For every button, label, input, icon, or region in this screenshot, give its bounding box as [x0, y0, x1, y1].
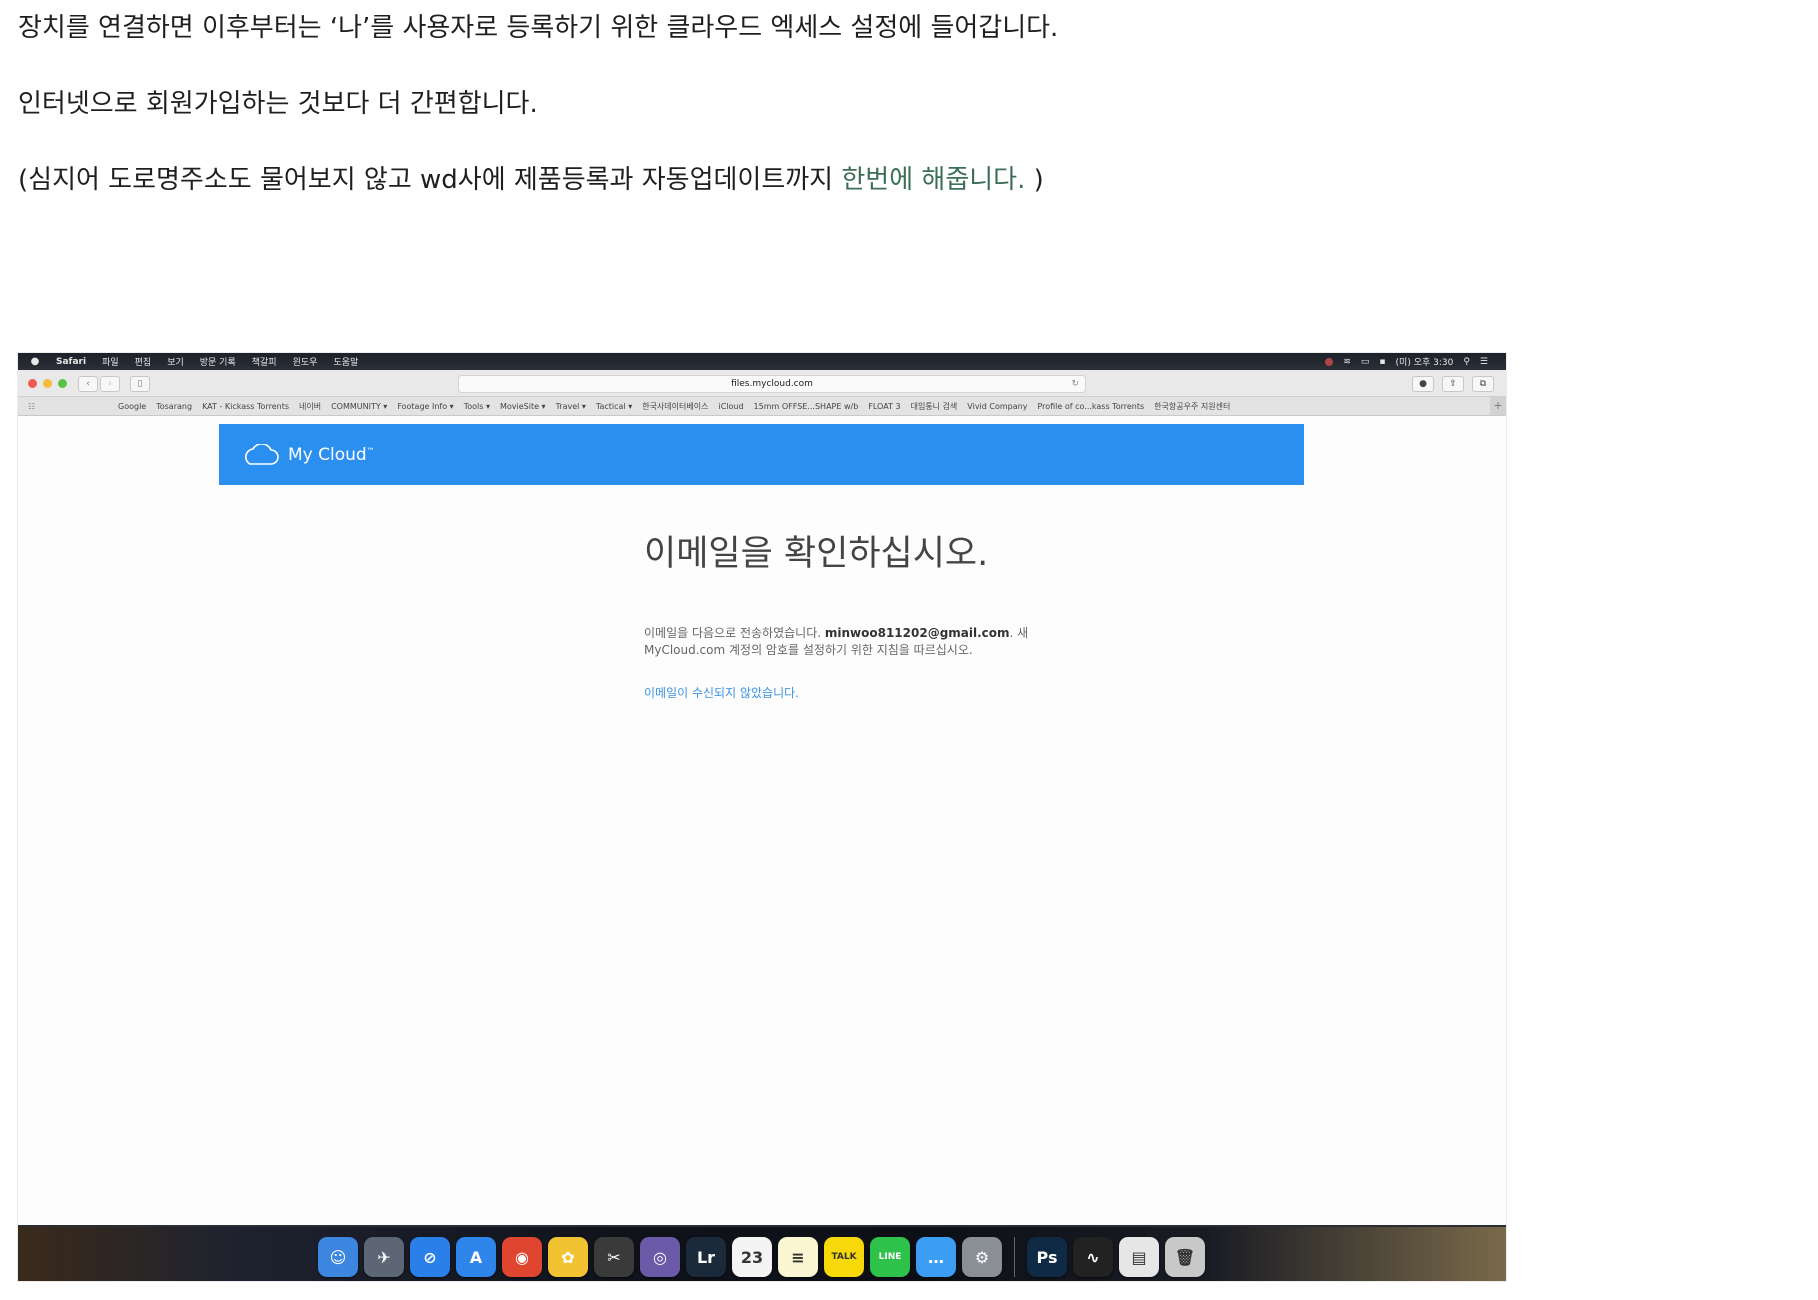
- paragraph-3-text: (심지어 도로명주소도 물어보지 않고 wd사에 제품등록과 자동업데이트까지: [18, 165, 842, 195]
- photoshop-icon[interactable]: Ps: [1027, 1237, 1067, 1277]
- menu-file[interactable]: 파일: [102, 355, 119, 368]
- bookmark-item[interactable]: Tactical ▾: [596, 402, 632, 411]
- trash-icon[interactable]: 🗑: [1165, 1237, 1205, 1277]
- top-sites-icon[interactable]: ☷: [28, 402, 118, 411]
- reload-icon[interactable]: ↻: [1071, 376, 1079, 392]
- dock-separator: [1014, 1237, 1015, 1277]
- notification-center-icon[interactable]: ☰: [1480, 357, 1488, 367]
- sidebar-toggle-icon[interactable]: ▯: [130, 376, 150, 392]
- article-paragraph-2: 인터넷으로 회원가입하는 것보다 더 간편합니다.: [18, 89, 538, 119]
- calendar-icon[interactable]: 23: [732, 1237, 772, 1277]
- menu-app-name[interactable]: Safari: [56, 357, 86, 367]
- email-not-received-link[interactable]: 이메일이 수신되지 않았습니다.: [644, 684, 799, 701]
- mac-menubar: ● Safari 파일 편집 보기 방문 기록 책갈피 윈도우 도움말 ≋ ▭ …: [18, 353, 1506, 370]
- bookmark-item[interactable]: iCloud: [718, 402, 743, 411]
- paragraph-3-link[interactable]: 한번에 해줍니다.: [841, 165, 1025, 195]
- messages-icon[interactable]: …: [916, 1237, 956, 1277]
- spotlight-icon[interactable]: ⚲: [1463, 357, 1470, 367]
- bookmark-item[interactable]: FLOAT 3: [868, 402, 900, 411]
- menu-bookmarks[interactable]: 책갈피: [252, 355, 277, 368]
- extension-icon[interactable]: ●: [1412, 376, 1434, 392]
- lightroom-icon[interactable]: Lr: [686, 1237, 726, 1277]
- photos-icon[interactable]: ✿: [548, 1237, 588, 1277]
- preview-icon[interactable]: ▤: [1119, 1237, 1159, 1277]
- system-preferences-icon[interactable]: ⚙: [962, 1237, 1002, 1277]
- bookmark-item[interactable]: MovieSite ▾: [500, 402, 546, 411]
- motion-icon[interactable]: ◎: [640, 1237, 680, 1277]
- brand-text: My Cloud: [288, 444, 367, 465]
- article-paragraph-3: (심지어 도로명주소도 물어보지 않고 wd사에 제품등록과 자동업데이트까지 …: [18, 164, 1044, 196]
- bookmark-item[interactable]: 대입통니 검색: [911, 401, 958, 412]
- notes-icon[interactable]: ≡: [778, 1237, 818, 1277]
- activity-monitor-icon[interactable]: ∿: [1073, 1237, 1113, 1277]
- instruction-line-1: 이메일을 다음으로 전송하였습니다. minwoo811202@gmail.co…: [644, 625, 1028, 642]
- back-button[interactable]: ‹: [78, 376, 98, 392]
- chrome-icon[interactable]: ◉: [502, 1237, 542, 1277]
- article-paragraph-1: 장치를 연결하면 이후부터는 ‘나’를 사용자로 등록하기 위한 클라우드 엑세…: [18, 13, 1059, 43]
- embedded-screenshot: ● Safari 파일 편집 보기 방문 기록 책갈피 윈도우 도움말 ≋ ▭ …: [18, 353, 1506, 1281]
- toolbar-right: ● ⇧ ⧉: [1412, 376, 1494, 392]
- bookmark-item[interactable]: Footage Info ▾: [397, 402, 453, 411]
- battery-icon[interactable]: ▭: [1361, 357, 1370, 367]
- menu-history[interactable]: 방문 기록: [200, 355, 236, 368]
- page-title: 이메일을 확인하십시오.: [644, 534, 989, 574]
- dock: ☺ ✈ ⊘ A ◉ ✿ ✂ ◎ Lr 23 ≡ TALK LINE… ⚙ Ps ∿ ▤ 🗑: [318, 1237, 1205, 1277]
- bookmark-item[interactable]: 한국항공우주 지원센터: [1154, 401, 1230, 412]
- new-tab-icon[interactable]: +: [1490, 397, 1506, 415]
- bookmark-item[interactable]: Vivid Company: [967, 402, 1027, 411]
- instruction-suffix: . 새: [1009, 626, 1029, 640]
- bookmark-item[interactable]: 15mm OFFSE...SHAPE w/b: [754, 402, 859, 411]
- bookmark-item[interactable]: 한국사데이터베이스: [642, 401, 708, 412]
- menu-help[interactable]: 도움말: [333, 355, 358, 368]
- bookmark-item[interactable]: Travel ▾: [556, 402, 586, 411]
- bookmark-item[interactable]: Tosarang: [156, 402, 192, 411]
- instruction-prefix: 이메일을 다음으로 전송하였습니다.: [644, 626, 825, 640]
- menu-window[interactable]: 윈도우: [293, 355, 318, 368]
- forward-button[interactable]: ›: [100, 376, 120, 392]
- bookmarks-bar: ☷ Google Tosarang KAT - Kickass Torrents…: [18, 397, 1506, 416]
- mycloud-logo[interactable]: My Cloud™: [288, 445, 375, 465]
- kakaotalk-icon[interactable]: TALK: [824, 1237, 864, 1277]
- bookmark-item[interactable]: Tools ▾: [464, 402, 490, 411]
- record-icon[interactable]: [1325, 357, 1334, 366]
- safari-icon[interactable]: ⊘: [410, 1237, 450, 1277]
- bookmark-item[interactable]: KAT - Kickass Torrents: [202, 402, 289, 411]
- bookmark-item[interactable]: Profile of co...kass Torrents: [1037, 402, 1144, 411]
- launchpad-icon[interactable]: ✈: [364, 1237, 404, 1277]
- close-window-button[interactable]: [28, 379, 37, 388]
- window-controls: [28, 379, 67, 388]
- email-address: minwoo811202@gmail.com: [824, 626, 1010, 640]
- bookmark-item[interactable]: 네이버: [299, 401, 321, 412]
- wifi-icon[interactable]: ≋: [1343, 357, 1351, 367]
- address-text: files.mycloud.com: [731, 379, 813, 389]
- final-cut-icon[interactable]: ✂: [594, 1237, 634, 1277]
- safari-toolbar: ‹ › ▯ files.mycloud.com ↻ ● ⇧ ⧉: [18, 370, 1506, 397]
- instruction-line-2: MyCloud.com 계정의 암호를 설정하기 위한 지침을 따르십시오.: [644, 643, 973, 657]
- minimize-window-button[interactable]: [43, 379, 52, 388]
- menubar-clock[interactable]: (미) 오후 3:30: [1396, 355, 1454, 368]
- flag-icon[interactable]: ▪: [1379, 357, 1385, 367]
- mycloud-header: My Cloud™: [219, 424, 1304, 485]
- app-store-icon[interactable]: A: [456, 1237, 496, 1277]
- share-icon[interactable]: ⇧: [1442, 376, 1464, 392]
- brand-trademark: ™: [366, 445, 375, 455]
- cloud-icon: [245, 443, 279, 465]
- bookmark-item[interactable]: Google: [118, 402, 146, 411]
- instruction-text: 이메일을 다음으로 전송하였습니다. minwoo811202@gmail.co…: [644, 625, 1028, 659]
- address-bar[interactable]: files.mycloud.com ↻: [458, 375, 1086, 393]
- finder-icon[interactable]: ☺: [318, 1237, 358, 1277]
- status-area: ≋ ▭ ▪ (미) 오후 3:30 ⚲ ☰: [1325, 355, 1488, 368]
- menu-edit[interactable]: 편집: [135, 355, 152, 368]
- menu-view[interactable]: 보기: [167, 355, 184, 368]
- bookmark-item[interactable]: COMMUNITY ▾: [331, 402, 387, 411]
- paragraph-3-suffix: ): [1025, 165, 1044, 195]
- line-icon[interactable]: LINE: [870, 1237, 910, 1277]
- apple-menu-icon[interactable]: ●: [28, 356, 42, 367]
- maximize-window-button[interactable]: [58, 379, 67, 388]
- tabs-overview-icon[interactable]: ⧉: [1472, 376, 1494, 392]
